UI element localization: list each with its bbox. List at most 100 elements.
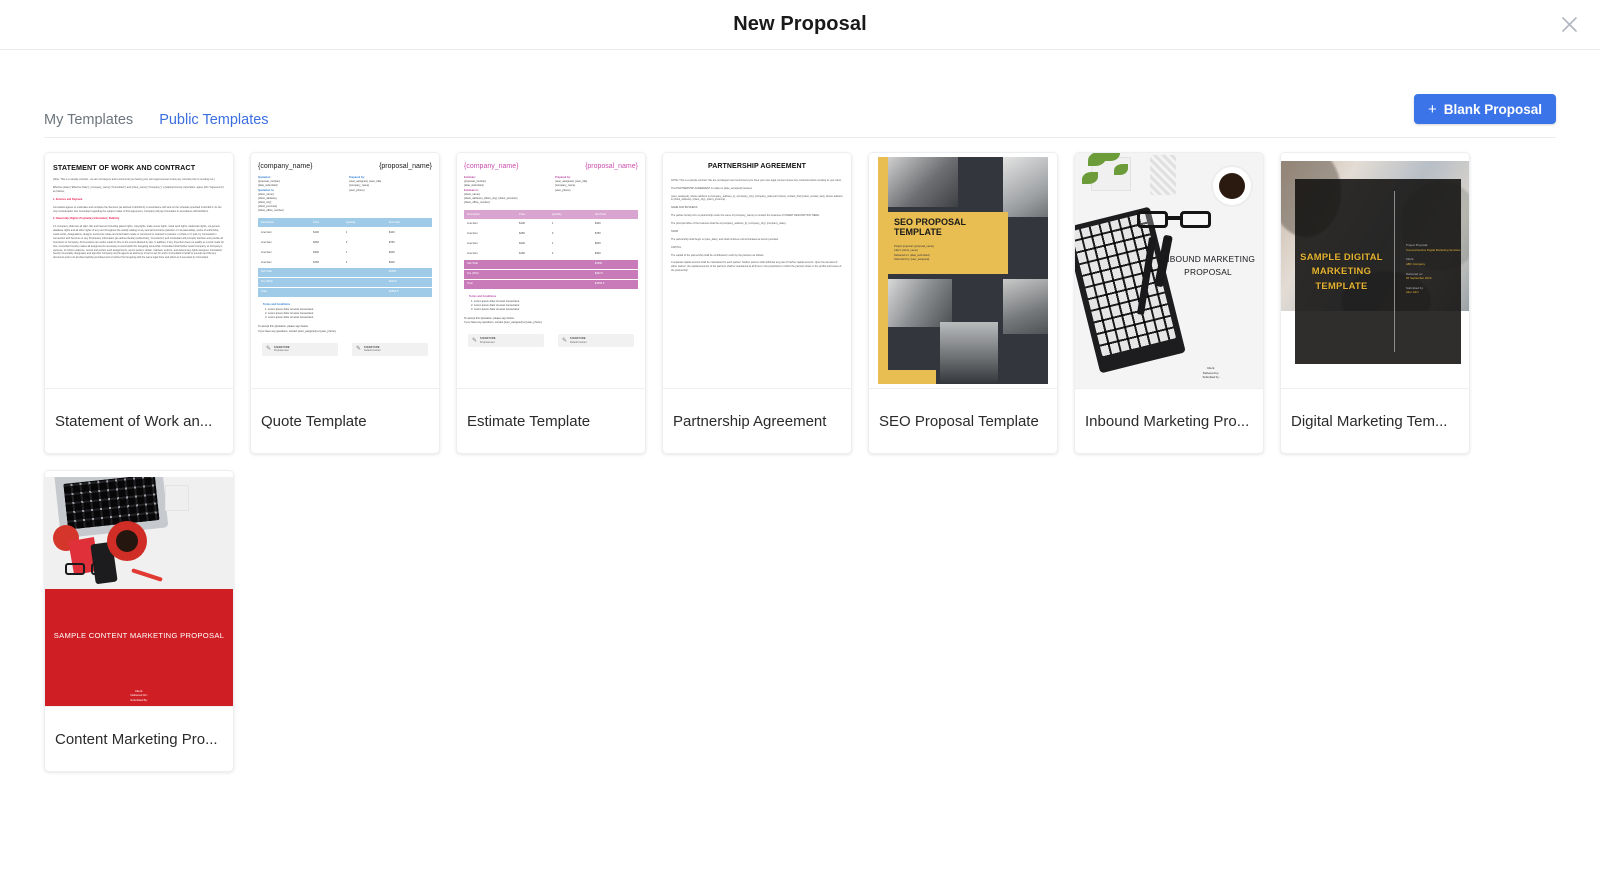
template-card-partnership-agreement[interactable]: PARTNERSHIP AGREEMENT NOTE: This is a sa… [662,152,852,454]
template-tabs: My Templates Public Templates [44,112,269,138]
pen-icon: ✎ [356,346,362,353]
signature-title: SIGNATURE [480,337,496,341]
sow-preview: STATEMENT OF WORK AND CONTRACT [Note: Th… [45,153,233,260]
template-card-quote[interactable]: {company_name} {proposal_name} Quotation… [250,152,440,454]
cell-subtotal: $100 [385,227,432,239]
cell-price: $150 [516,249,549,260]
cell-description: Line Item [258,237,311,249]
divider [1393,191,1395,352]
template-card-seo-proposal[interactable]: SEO PROPOSAL TEMPLATE Project proposal: … [868,152,1058,454]
cell-value: $1552.5 [591,279,638,290]
cell-quantity: 3 [548,229,592,240]
cell-price: $200 [516,239,549,250]
quote-line-items-table: Description Price Quantity Sub Total Lin… [258,218,432,298]
template-title: Estimate Template [467,412,591,430]
plant-pot [165,485,189,511]
blank-proposal-button[interactable]: + Blank Proposal [1413,94,1556,124]
seo-photo-team [1003,279,1048,334]
pen-icon: ✎ [266,346,272,353]
cell-quantity: 1 [548,219,592,231]
inbound-meta: Client: Delivered by: Submitted by: [1167,366,1255,380]
template-card-content-marketing[interactable]: SAMPLE CONTENT MARKETING PROPOSAL Client… [44,470,234,772]
cell-label: Tax (15%) [464,269,517,280]
template-card-statement-of-work[interactable]: STATEMENT OF WORK AND CONTRACT [Note: Th… [44,152,234,454]
column-price: Price [516,210,549,221]
table-summary-row: Total $1552.5 [258,287,432,298]
content-title: SAMPLE CONTENT MARKETING PROPOSAL [53,631,225,640]
signature-block: ✎ SIGNATURE Proposal user [468,334,544,348]
seo-photo-laptop [1003,157,1048,217]
table-row: Line Item $200 1 $200 [464,239,638,250]
digital-fields: Project Proposal: Comprehensive Digital … [1401,243,1461,300]
pa-capital-heading: CAPITAL [671,245,682,249]
templates-toolbar: My Templates Public Templates + Blank Pr… [44,50,1556,138]
cell-quantity: 2 [342,257,386,269]
cell-subtotal: $200 [591,239,638,250]
pa-name-body: The parties hereby form a partnership un… [671,214,820,218]
content-preview: SAMPLE CONTENT MARKETING PROPOSAL Client… [45,471,233,706]
cell-value: $1552.5 [385,287,432,298]
cell-price: $250 [516,229,549,240]
digital-preview: SAMPLE DIGITAL MARKETING TEMPLATE Projec… [1281,153,1469,388]
table-row: Line Item $100 1 $100 [464,219,638,231]
quote-proposal: {proposal_name} [379,163,432,170]
cell-quantity: 1 [342,227,386,239]
estimate-preview: {company_name} {proposal_name} Estimate:… [457,153,645,348]
table-row: Line Item $200 1 $200 [258,247,432,259]
sow-note: [Note: This is a sample contract - we ar… [53,178,215,182]
column-subtotal: Sub Total [591,210,638,221]
signature-block: ✎ SIGNATURE Proposal user [262,342,338,356]
coffee-cup [107,521,147,561]
template-title: Partnership Agreement [673,412,827,430]
coffee-cup [1211,165,1253,207]
cell-price: $100 [310,227,343,239]
cell-quantity: 1 [342,247,386,259]
seo-meta-submitted: Submitted by: {user_assigned} [894,257,930,261]
plant-pot [1082,153,1131,191]
tab-my-templates[interactable]: My Templates [44,112,133,128]
cell-description: Line Item [464,219,517,231]
column-subtotal: Sub Total [385,218,432,229]
pa-office: The principal office of the business sha… [671,222,787,226]
terms-title: Terms and Conditions [263,302,291,306]
cell-subtotal: $200 [385,247,432,259]
pa-note: NOTE: This is a sample contract. We are … [671,178,842,182]
close-icon[interactable] [1554,10,1584,40]
pa-made-on: This PARTNERSHIP AGREEMENT is made on {d… [671,186,753,190]
cell-price: $250 [310,237,343,249]
signature-block: ✎ SIGNATURE Default Contact [352,342,428,356]
signature-title: SIGNATURE [570,337,586,341]
signature-sub: Proposal user [480,340,495,344]
sow-section-1-heading: 1. Services and Payment [53,197,83,201]
seo-accent-block [888,370,936,384]
glasses-icon [65,563,111,576]
column-description: Description [258,218,311,229]
cell-label: Total [258,287,311,298]
template-title: Statement of Work an... [55,412,213,430]
estimate-signatures: ✎ SIGNATURE Proposal user ✎ SIGNATURE Defaul… [464,334,638,348]
template-card-digital-marketing[interactable]: SAMPLE DIGITAL MARKETING TEMPLATE Projec… [1280,152,1470,454]
template-thumbnail: {company_name} {proposal_name} Quotation… [251,153,439,389]
partnership-preview: PARTNERSHIP AGREEMENT NOTE: This is a sa… [663,153,851,273]
pen-icon: ✎ [562,337,568,344]
cell-value: $1350 [385,267,432,278]
table-row: Line Item $100 1 $100 [258,227,432,239]
template-thumbnail: INBOUND MARKETING PROPOSAL Client: Deliv… [1075,153,1263,389]
table-row: Line Item $250 3 $750 [464,229,638,240]
cell-quantity: 1 [548,239,592,250]
column-quantity: Quantity [342,218,386,229]
template-card-inbound-marketing[interactable]: INBOUND MARKETING PROPOSAL Client: Deliv… [1074,152,1264,454]
table-summary-row: Tax (15%) $202.5 [258,277,432,288]
template-title: SEO Proposal Template [879,412,1039,430]
template-thumbnail: PARTNERSHIP AGREEMENT NOTE: This is a sa… [663,153,851,389]
cell-quantity: 3 [342,237,386,249]
pa-term-body: The partnership shall begin on {due_date… [671,237,779,241]
quote-company: {company_name} [258,163,313,170]
cell-label: Sub Total [258,267,311,278]
tab-public-templates[interactable]: Public Templates [159,112,268,128]
quote-prepared-phone: {user_phone} [349,188,365,192]
template-card-estimate[interactable]: {company_name} {proposal_name} Estimate:… [456,152,646,454]
pen [131,568,163,582]
leaf [1082,172,1098,184]
seo-photo-city [940,322,998,384]
